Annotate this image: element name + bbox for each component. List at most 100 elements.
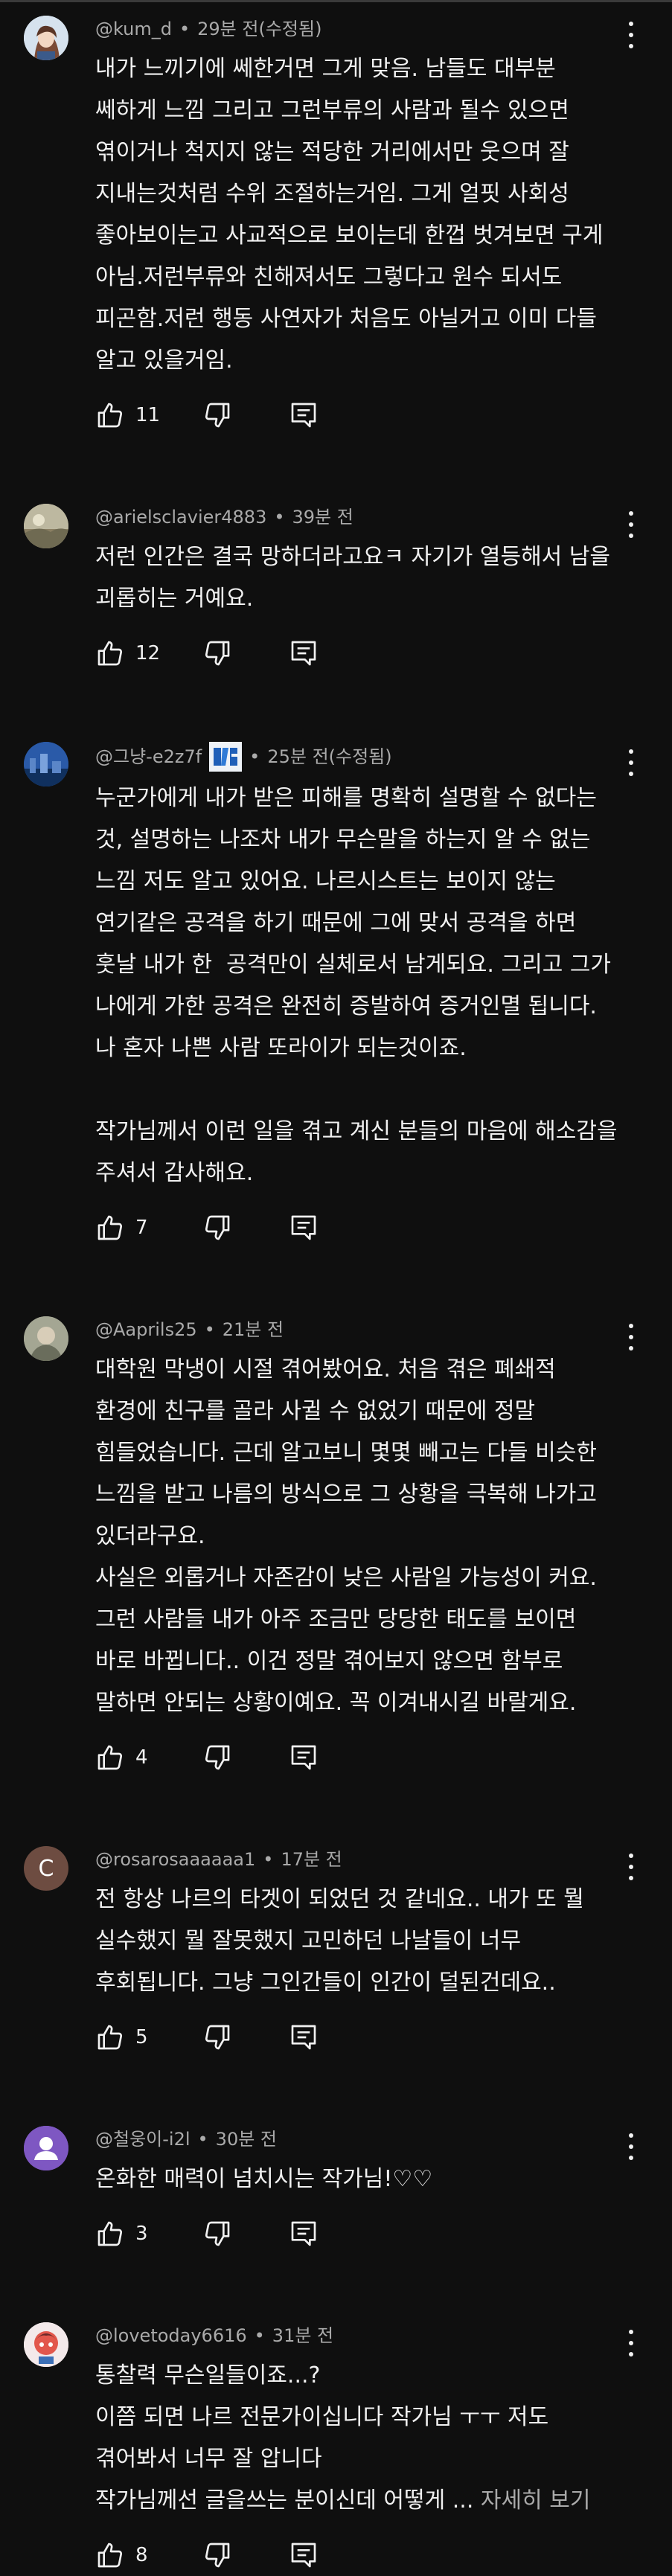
avatar[interactable] xyxy=(24,16,68,60)
more-vertical-icon[interactable] xyxy=(627,1853,635,1880)
avatar[interactable] xyxy=(24,742,68,786)
like-button[interactable]: 3 xyxy=(95,2219,173,2249)
comment-actions: 8 xyxy=(95,2537,672,2574)
reply-button[interactable] xyxy=(289,400,319,430)
more-vertical-icon[interactable] xyxy=(627,2133,635,2160)
thumbs-down-icon xyxy=(205,641,230,666)
comment-item: @그냥-e2z7f • 25분 전(수정됨) 누군가에게 내가 받은 피해를 명확… xyxy=(0,672,672,1246)
dislike-button[interactable] xyxy=(202,400,232,430)
thumbs-down-icon xyxy=(205,2543,230,2568)
reply-button[interactable] xyxy=(289,2022,319,2052)
thumbs-down-icon xyxy=(205,2221,230,2246)
dislike-button[interactable] xyxy=(202,2022,232,2052)
more-vertical-icon[interactable] xyxy=(627,749,635,776)
dislike-button[interactable] xyxy=(202,1743,232,1772)
comment-actions: 7 xyxy=(95,1209,672,1246)
more-vertical-icon[interactable] xyxy=(627,511,635,538)
thumbs-down-icon xyxy=(205,1745,230,1770)
comment-text: 전 항상 나르의 타겟이 되었던 것 같네요.. 내가 또 뭘 실수했지 뭘 잘… xyxy=(95,1886,584,1996)
reply-button[interactable] xyxy=(289,638,319,668)
avatar[interactable] xyxy=(24,504,68,548)
dislike-button[interactable] xyxy=(202,2540,232,2570)
comment-author[interactable]: @그냥-e2z7f xyxy=(95,743,202,770)
comment-actions: 11 xyxy=(95,397,672,434)
reply-button[interactable] xyxy=(289,1743,319,1772)
comment-item: @Aaprils25 • 21분 전 대학원 막냉이 시절 겪어봤어요. 처음 겪은… xyxy=(0,1246,672,1776)
like-count: 3 xyxy=(135,2223,148,2245)
like-button[interactable]: 7 xyxy=(95,1213,173,1243)
comment-item: @lovetoday6616 • 31분 전 통찰력 무슨일들이죠...? 이쯤 되… xyxy=(0,2252,672,2574)
comment-header: @rosarosaaaaaa1 • 17분 전 xyxy=(95,1846,672,1873)
comment-time[interactable]: 30분 전 xyxy=(216,2126,277,2153)
comment-text: 통찰력 무슨일들이죠...? 이쯤 되면 나르 전문가이십니다 작가님 ㅜㅜ 저… xyxy=(95,2355,672,2522)
channel-badge-icon xyxy=(209,742,243,772)
thumbs-down-icon xyxy=(205,1215,230,1240)
more-vertical-icon[interactable] xyxy=(627,22,635,48)
comment-item: C @rosarosaaaaaa1 • 17분 전 전 항상 나르의 타겟이 되었던… xyxy=(0,1776,672,2056)
more-vertical-icon[interactable] xyxy=(627,2330,635,2356)
thumbs-up-icon xyxy=(97,641,123,666)
comment-time[interactable]: 17분 전 xyxy=(281,1846,342,1873)
reply-comment-icon xyxy=(291,1745,316,1770)
like-count: 7 xyxy=(135,1217,148,1239)
avatar[interactable]: C xyxy=(24,1846,68,1891)
comment-actions: 3 xyxy=(95,2215,672,2252)
comment-author[interactable]: @철웅이-i2l xyxy=(95,2126,191,2153)
comment-actions: 4 xyxy=(95,1739,672,1776)
dislike-button[interactable] xyxy=(202,638,232,668)
avatar-letter: C xyxy=(38,1855,54,1882)
reply-comment-icon xyxy=(291,641,316,666)
comment-header: @Aaprils25 • 21분 전 xyxy=(95,1316,672,1343)
comment-text: 온화한 매력이 넘치시는 작가님!♡♡ xyxy=(95,2166,433,2192)
thumbs-up-icon xyxy=(97,1745,123,1770)
comment-text: 대학원 막냉이 시절 겪어봤어요. 처음 겪은 폐쇄적 환경에 친구를 골라 사… xyxy=(95,1356,597,1716)
read-more-link[interactable]: 자세히 보기 xyxy=(481,2487,591,2513)
comment-actions: 12 xyxy=(95,635,672,672)
comment-time[interactable]: 25분 전(수정됨) xyxy=(267,743,391,770)
comment-author[interactable]: @rosarosaaaaaa1 xyxy=(95,1846,255,1873)
avatar[interactable] xyxy=(24,2126,68,2170)
thumbs-up-icon xyxy=(97,2221,123,2246)
like-button[interactable]: 12 xyxy=(95,638,173,668)
comment-time[interactable]: 39분 전 xyxy=(292,504,353,531)
comment-header: @철웅이-i2l • 30분 전 xyxy=(95,2126,672,2153)
like-button[interactable]: 4 xyxy=(95,1743,173,1772)
like-count: 12 xyxy=(135,642,161,664)
reply-comment-icon xyxy=(291,1215,316,1240)
comment-item: @철웅이-i2l • 30분 전 온화한 매력이 넘치시는 작가님!♡♡ 3 xyxy=(0,2056,672,2252)
like-button[interactable]: 11 xyxy=(95,400,173,430)
avatar[interactable] xyxy=(24,1316,68,1361)
like-button[interactable]: 5 xyxy=(95,2022,173,2052)
reply-button[interactable] xyxy=(289,2540,319,2570)
reply-comment-icon xyxy=(291,2025,316,2050)
dislike-button[interactable] xyxy=(202,1213,232,1243)
reply-comment-icon xyxy=(291,403,316,428)
comment-header: @lovetoday6616 • 31분 전 xyxy=(95,2322,672,2349)
reply-button[interactable] xyxy=(289,1213,319,1243)
comment-author[interactable]: @kum_d xyxy=(95,16,172,42)
comment-actions: 5 xyxy=(95,2019,672,2056)
comment-text: 누군가에게 내가 받은 피해를 명확히 설명할 수 없다는 것, 설명하는 나조… xyxy=(95,785,618,1186)
comment-author[interactable]: @lovetoday6616 xyxy=(95,2322,247,2349)
comment-item: @arielsclavier4883 • 39분 전 저런 인간은 결국 망하더라고… xyxy=(0,434,672,672)
comment-header: @kum_d • 29분 전(수정됨) xyxy=(95,16,672,42)
comment-author[interactable]: @Aaprils25 xyxy=(95,1316,197,1343)
like-count: 11 xyxy=(135,404,161,426)
comment-text: 저런 인간은 결국 망하더라고요ㅋ 자기가 열등해서 남을 괴롭히는 거예요. xyxy=(95,544,611,612)
comment-time[interactable]: 21분 전 xyxy=(223,1316,284,1343)
comment-header: @arielsclavier4883 • 39분 전 xyxy=(95,504,672,531)
like-count: 5 xyxy=(135,2026,148,2048)
reply-button[interactable] xyxy=(289,2219,319,2249)
comment-time[interactable]: 29분 전(수정됨) xyxy=(197,16,321,42)
comment-author[interactable]: @arielsclavier4883 xyxy=(95,504,266,531)
dislike-button[interactable] xyxy=(202,2219,232,2249)
avatar[interactable] xyxy=(24,2322,68,2367)
more-vertical-icon[interactable] xyxy=(627,1324,635,1351)
comment-item: @kum_d • 29분 전(수정됨) 내가 느끼기에 쎄한거면 그게 맞음. 남들… xyxy=(0,2,672,434)
like-button[interactable]: 8 xyxy=(95,2540,173,2570)
comment-header: @그냥-e2z7f • 25분 전(수정됨) xyxy=(95,742,672,772)
comment-text: 내가 느끼기에 쎄한거면 그게 맞음. 남들도 대부분 쎄하게 느낌 그리고 그… xyxy=(95,56,604,374)
reply-comment-icon xyxy=(291,2221,316,2246)
comment-time[interactable]: 31분 전 xyxy=(272,2322,333,2349)
thumbs-down-icon xyxy=(205,403,230,428)
